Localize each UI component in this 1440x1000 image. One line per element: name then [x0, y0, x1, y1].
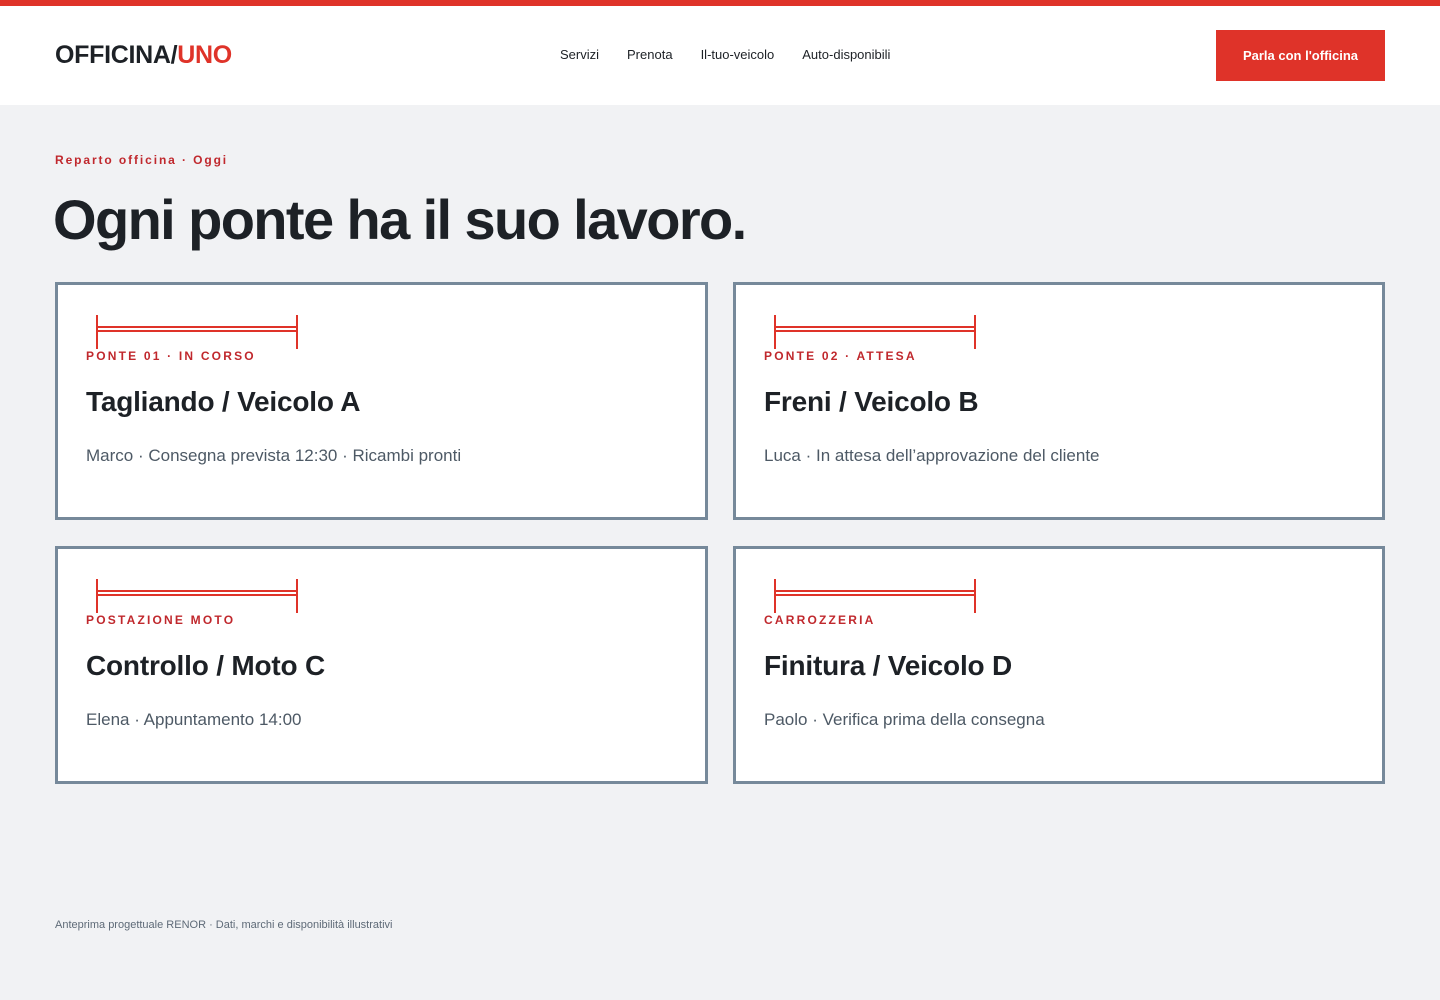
nav-link-prenota[interactable]: Prenota: [627, 46, 673, 64]
bay-job-details: Luca · In attesa dell’approvazione del c…: [764, 446, 1100, 465]
page-title: Ogni ponte ha il suo lavoro.: [53, 188, 747, 251]
section-eyebrow: Reparto officina · Oggi: [55, 153, 229, 167]
bay-job-title: Tagliando / Veicolo A: [86, 386, 361, 417]
main-nav: Servizi Prenota Il-tuo-veicolo Auto-disp…: [560, 46, 890, 64]
bay-job-title: Controllo / Moto C: [86, 650, 326, 681]
brand-logo-text: OFFICINA/: [55, 41, 178, 69]
bay-card-ponte-02[interactable]: PONTE 02 · ATTESA Freni / Veicolo B Luca…: [733, 282, 1385, 520]
bay-job-details: Paolo · Verifica prima della consegna: [764, 710, 1045, 729]
bay-job-title: Finitura / Veicolo D: [764, 650, 1013, 681]
bay-job-title: Freni / Veicolo B: [764, 386, 979, 417]
workshop-bays-grid: PONTE 01 · IN CORSO Tagliando / Veicolo …: [55, 282, 1385, 784]
bay-card-carrozzeria[interactable]: CARROZZERIA Finitura / Veicolo D Paolo ·…: [733, 546, 1385, 784]
brand-logo-accent: UNO: [177, 41, 232, 69]
bay-card-ponte-01[interactable]: PONTE 01 · IN CORSO Tagliando / Veicolo …: [55, 282, 708, 520]
footer-disclaimer: Anteprima progettuale RENOR · Dati, marc…: [55, 919, 393, 931]
car-lift-icon: [96, 579, 298, 613]
bay-card-postazione-moto[interactable]: POSTAZIONE MOTO Controllo / Moto C Elena…: [55, 546, 708, 784]
nav-link-auto-disponibili[interactable]: Auto-disponibili: [802, 46, 890, 64]
car-lift-icon: [774, 579, 976, 613]
car-lift-icon: [96, 315, 298, 349]
car-lift-icon: [774, 315, 976, 349]
bay-job-details: Elena · Appuntamento 14:00: [86, 710, 302, 729]
bay-job-details: Marco · Consegna prevista 12:30 · Ricamb…: [86, 446, 462, 465]
site-header: OFFICINA/UNO Servizi Prenota Il-tuo-veic…: [0, 6, 1440, 105]
brand-logo[interactable]: OFFICINA/UNO: [55, 41, 232, 69]
bay-status-label: PONTE 01 · IN CORSO: [86, 349, 256, 363]
nav-link-il-tuo-veicolo[interactable]: Il-tuo-veicolo: [701, 46, 775, 64]
bay-status-label: POSTAZIONE MOTO: [86, 613, 236, 627]
nav-link-servizi[interactable]: Servizi: [560, 46, 599, 64]
bay-status-label: CARROZZERIA: [764, 613, 876, 627]
bay-status-label: PONTE 02 · ATTESA: [764, 349, 917, 363]
contact-workshop-button[interactable]: Parla con l'officina: [1216, 30, 1385, 81]
